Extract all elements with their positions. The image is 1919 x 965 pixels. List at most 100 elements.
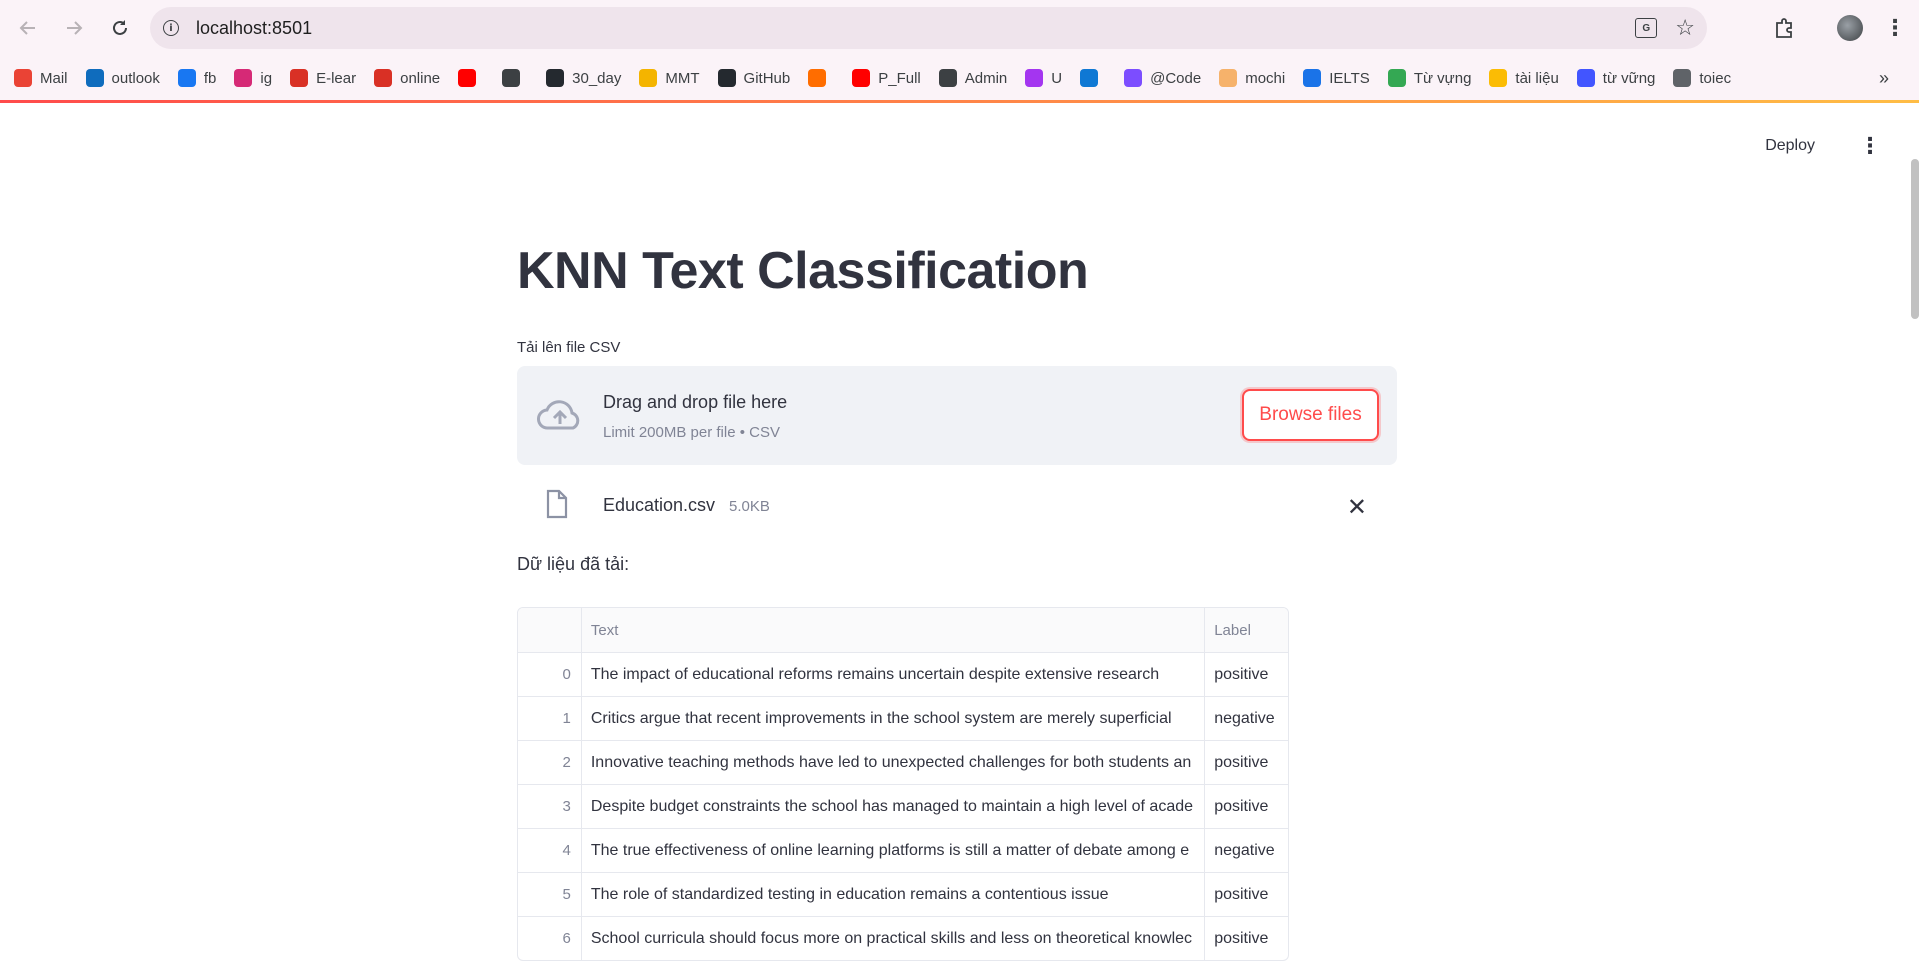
row-text: The role of standardized testing in educ… bbox=[582, 873, 1206, 916]
bookmarks-bar: Mail outlook fb ig E-lear online 30_day MMT GitH… bbox=[0, 56, 1919, 100]
bookmark-item[interactable]: Admin bbox=[938, 69, 1007, 87]
github-icon bbox=[717, 69, 736, 87]
bookmark-item[interactable]: outlook bbox=[85, 69, 160, 87]
browse-files-button[interactable]: Browse files bbox=[1242, 389, 1379, 441]
row-label: positive bbox=[1214, 885, 1269, 903]
table-row[interactable]: 6 School curricula should focus more on p… bbox=[518, 916, 1288, 960]
profile-avatar[interactable] bbox=[1837, 15, 1863, 41]
bookmark-label: fb bbox=[203, 69, 217, 87]
row-text: Innovative teaching methods have led to … bbox=[582, 741, 1206, 784]
dropzone-instruction: Drag and drop file here bbox=[603, 392, 788, 412]
row-index: 3 bbox=[518, 785, 582, 828]
translate-icon[interactable]: G bbox=[1635, 18, 1658, 38]
row-index: 6 bbox=[518, 917, 582, 960]
bookmark-label: ig bbox=[260, 69, 273, 87]
bookmark-label: P_Full bbox=[878, 69, 921, 87]
bookmark-label: tài liệu bbox=[1515, 69, 1559, 87]
table-row[interactable]: 2 Innovative teaching methods have led to… bbox=[518, 740, 1288, 784]
bookmark-item[interactable]: P_Full bbox=[852, 69, 921, 87]
row-label: negative bbox=[1214, 709, 1275, 727]
arrow-left-icon bbox=[19, 21, 35, 35]
header-text[interactable]: Text bbox=[582, 608, 1206, 652]
github-icon bbox=[546, 69, 565, 87]
table-row[interactable]: 5 The role of standardized testing in edu… bbox=[518, 872, 1288, 916]
bookmark-item[interactable]: Từ vựng bbox=[1387, 69, 1471, 87]
extensions-icon[interactable] bbox=[1769, 13, 1799, 43]
site-info-button[interactable]: i bbox=[150, 20, 192, 36]
file-icon bbox=[546, 489, 568, 519]
row-index: 5 bbox=[518, 873, 582, 916]
url-text[interactable]: localhost:8501 bbox=[196, 18, 312, 39]
file-name: Education.csv bbox=[603, 495, 716, 515]
header-label[interactable]: Label bbox=[1205, 608, 1288, 652]
cloud-upload-icon bbox=[537, 400, 580, 430]
facebook-icon bbox=[177, 69, 196, 87]
bookmark-item[interactable]: U bbox=[1025, 69, 1062, 87]
back-button[interactable] bbox=[8, 8, 48, 48]
dropzone-limit: Limit 200MB per file • CSV bbox=[603, 424, 780, 441]
address-bar[interactable]: i localhost:8501 G ☆ bbox=[150, 7, 1707, 49]
uploaded-file: Education.csv 5.0KB ✕ bbox=[517, 483, 1397, 527]
row-text: School curricula should focus more on pr… bbox=[582, 917, 1206, 960]
page-title: KNN Text Classification bbox=[517, 242, 1089, 300]
info-icon: i bbox=[163, 20, 179, 36]
bookmark-item[interactable]: IELTS bbox=[1303, 69, 1370, 87]
app-area: Deploy ⋮ KNN Text Classification Tải lên… bbox=[0, 103, 1919, 965]
classroom-icon bbox=[639, 69, 658, 87]
data-table[interactable]: Text Label 0 The impact of educational re… bbox=[517, 607, 1289, 961]
table-row[interactable]: 1 Critics argue that recent improvements … bbox=[518, 696, 1288, 740]
remove-file-icon[interactable]: ✕ bbox=[1347, 493, 1367, 522]
bookmark-item[interactable] bbox=[502, 69, 528, 87]
forward-button[interactable] bbox=[54, 8, 94, 48]
bookmark-item[interactable]: mochi bbox=[1219, 69, 1285, 87]
more-bookmarks-icon[interactable]: » bbox=[1879, 68, 1889, 89]
table-row[interactable]: 4 The true effectiveness of online learni… bbox=[518, 828, 1288, 872]
bookmark-label: toiec bbox=[1699, 69, 1732, 87]
row-index: 2 bbox=[518, 741, 582, 784]
onedrive-icon bbox=[1080, 69, 1099, 87]
bookmark-item[interactable]: 30_day bbox=[546, 69, 621, 87]
bookmark-item[interactable]: online bbox=[374, 69, 440, 87]
udemy-icon bbox=[1025, 69, 1044, 87]
file-dropzone[interactable]: Drag and drop file here Limit 200MB per … bbox=[517, 366, 1397, 465]
scrollbar[interactable] bbox=[1911, 159, 1919, 319]
bookmark-item[interactable]: E-lear bbox=[290, 69, 356, 87]
bookmark-label: @Code bbox=[1150, 69, 1202, 87]
bookmark-item[interactable]: tài liệu bbox=[1489, 69, 1559, 87]
bookmark-label: outlook bbox=[111, 69, 160, 87]
deploy-button[interactable]: Deploy bbox=[1765, 137, 1815, 155]
bookmark-item[interactable]: @Code bbox=[1124, 69, 1201, 87]
browser-menu-icon[interactable]: ⋮ bbox=[1883, 15, 1907, 41]
bookmark-item[interactable]: fb bbox=[177, 69, 217, 87]
bookmark-item[interactable]: toiec bbox=[1673, 69, 1731, 87]
table-header: Text Label bbox=[518, 608, 1288, 652]
bookmark-item[interactable]: MMT bbox=[639, 69, 700, 87]
row-text: The impact of educational reforms remain… bbox=[582, 653, 1206, 696]
bookmark-item[interactable]: GitHub bbox=[717, 69, 790, 87]
bookmark-star-icon[interactable]: ☆ bbox=[1675, 15, 1695, 41]
bookmark-item[interactable]: ig bbox=[234, 69, 272, 87]
bookmark-item[interactable] bbox=[1080, 69, 1106, 87]
bookmark-item[interactable] bbox=[808, 69, 834, 87]
browser-toolbar: i localhost:8501 G ☆ ⋮ bbox=[0, 0, 1919, 56]
mochi-icon bbox=[1219, 69, 1238, 87]
upload-label: Tải lên file CSV bbox=[517, 339, 621, 356]
row-label: positive bbox=[1214, 797, 1269, 815]
bookmark-label: online bbox=[400, 69, 441, 87]
app-menu-icon[interactable]: ⋮ bbox=[1859, 133, 1881, 159]
globe-icon bbox=[938, 69, 957, 87]
shield-icon bbox=[374, 69, 393, 87]
youtube-icon bbox=[852, 69, 871, 87]
bookmark-item[interactable] bbox=[458, 69, 484, 87]
bookmark-item[interactable]: từ vững bbox=[1576, 69, 1655, 87]
chatgpt-icon bbox=[502, 69, 521, 87]
bookmark-label: U bbox=[1051, 69, 1063, 87]
bookmark-item[interactable]: Mail bbox=[14, 69, 68, 87]
youtube-icon bbox=[458, 69, 477, 87]
table-row[interactable]: 3 Despite budget constraints the school h… bbox=[518, 784, 1288, 828]
reload-button[interactable] bbox=[100, 8, 140, 48]
table-row[interactable]: 0 The impact of educational reforms remai… bbox=[518, 652, 1288, 696]
shield-icon bbox=[290, 69, 309, 87]
quizlet-icon bbox=[1576, 69, 1595, 87]
header-index bbox=[518, 608, 582, 652]
